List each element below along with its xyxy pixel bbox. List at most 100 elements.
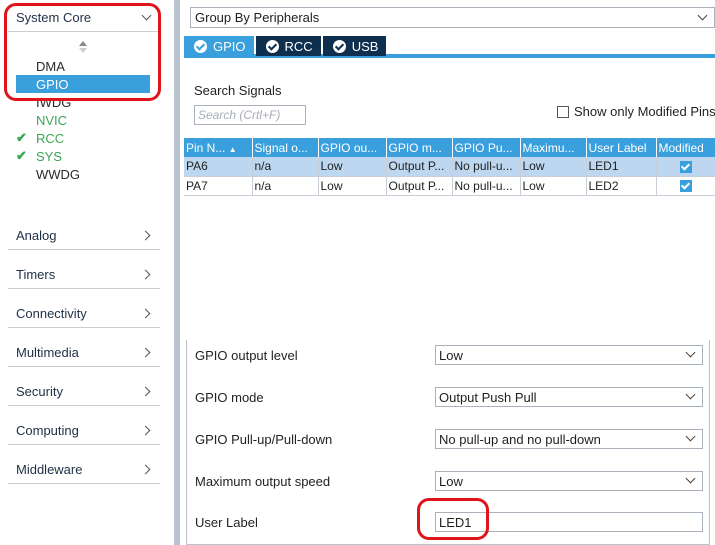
tab-label: RCC bbox=[284, 38, 313, 54]
search-signals-label: Search Signals bbox=[194, 83, 282, 98]
column-header-pull[interactable]: GPIO Pu... bbox=[452, 138, 521, 157]
check-circle-icon bbox=[332, 39, 346, 53]
peripheral-label: SYS bbox=[36, 148, 63, 164]
chevron-right-icon bbox=[140, 230, 152, 242]
check-circle-icon bbox=[194, 39, 207, 53]
peripheral-item-sys[interactable]: ✔ SYS bbox=[16, 147, 150, 165]
max-speed-select[interactable]: Low bbox=[435, 471, 703, 491]
gpio-mode-select[interactable]: Output Push Pull bbox=[435, 387, 703, 407]
category-label: Timers bbox=[16, 267, 56, 282]
column-header-output-level[interactable]: GPIO ou... bbox=[318, 138, 387, 157]
chevron-down-icon bbox=[684, 433, 696, 445]
chevron-right-icon bbox=[140, 308, 152, 320]
group-by-dropdown[interactable]: Group By Peripherals bbox=[190, 7, 715, 28]
category-sidebar: System Core DMA GPIO IWDG NVIC ✔ RCC ✔ S… bbox=[0, 0, 170, 545]
checkmark-icon: ✔ bbox=[16, 148, 27, 163]
sort-up-icon: ▲ bbox=[228, 144, 237, 154]
modified-checkbox[interactable] bbox=[679, 180, 692, 193]
show-modified-toggle[interactable]: Show only Modified Pins bbox=[557, 104, 715, 119]
config-row-speed: Maximum output speed Low bbox=[195, 470, 705, 492]
tab-label: GPIO bbox=[213, 38, 246, 54]
category-multimedia[interactable]: Multimedia bbox=[8, 339, 160, 367]
peripheral-label: DMA bbox=[36, 58, 65, 74]
category-timers[interactable]: Timers bbox=[8, 261, 160, 289]
category-connectivity[interactable]: Connectivity bbox=[8, 300, 160, 328]
select-value: Output Push Pull bbox=[439, 389, 537, 405]
column-header-label: Pin N... bbox=[186, 140, 226, 155]
category-label: Multimedia bbox=[16, 345, 79, 360]
checkmark-icon: ✔ bbox=[16, 130, 27, 145]
cell-max-speed: Low bbox=[520, 157, 587, 177]
chevron-right-icon bbox=[140, 386, 152, 398]
cell-pin: PA6 bbox=[184, 157, 253, 177]
peripheral-item-rcc[interactable]: ✔ RCC bbox=[16, 129, 150, 147]
sort-icon[interactable] bbox=[78, 41, 88, 53]
check-circle-icon bbox=[265, 39, 279, 53]
max-speed-label: Maximum output speed bbox=[195, 473, 331, 489]
mode-tabs: GPIO RCC USB bbox=[184, 36, 715, 58]
category-middleware[interactable]: Middleware bbox=[8, 456, 160, 484]
tab-usb[interactable]: USB bbox=[322, 36, 387, 56]
chevron-down-icon bbox=[684, 349, 696, 361]
tab-gpio[interactable]: GPIO bbox=[184, 36, 254, 56]
column-header-modified[interactable]: Modified bbox=[656, 138, 715, 157]
output-level-select[interactable]: Low bbox=[435, 345, 703, 365]
cell-max-speed: Low bbox=[520, 176, 587, 196]
select-value: No pull-up and no pull-down bbox=[439, 431, 601, 447]
category-computing[interactable]: Computing bbox=[8, 417, 160, 445]
peripheral-label: IWDG bbox=[36, 94, 72, 110]
chevron-down-icon bbox=[684, 391, 696, 403]
category-label: Security bbox=[16, 384, 63, 399]
select-value: Low bbox=[439, 473, 463, 489]
peripheral-item-gpio[interactable]: GPIO bbox=[16, 75, 150, 93]
modified-checkbox[interactable] bbox=[679, 161, 692, 174]
chevron-right-icon bbox=[140, 425, 152, 437]
show-modified-checkbox[interactable] bbox=[557, 105, 569, 118]
table-header-row: Pin N... ▲ Signal o... GPIO ou... GPIO m… bbox=[184, 138, 715, 157]
column-header-mode[interactable]: GPIO m... bbox=[386, 138, 453, 157]
search-input[interactable] bbox=[194, 105, 306, 125]
peripheral-item-dma[interactable]: DMA bbox=[16, 57, 150, 75]
cell-modified bbox=[656, 157, 715, 177]
peripheral-item-iwdg[interactable]: IWDG bbox=[16, 93, 150, 111]
cell-mode: Output P... bbox=[386, 157, 453, 177]
category-security[interactable]: Security bbox=[8, 378, 160, 406]
chevron-right-icon bbox=[140, 464, 152, 476]
tab-rcc[interactable]: RCC bbox=[255, 36, 321, 56]
cell-signal: n/a bbox=[252, 157, 319, 177]
chevron-down-icon bbox=[140, 12, 152, 24]
chevron-right-icon bbox=[140, 347, 152, 359]
category-analog[interactable]: Analog bbox=[8, 222, 160, 250]
column-header-pin[interactable]: Pin N... ▲ bbox=[184, 138, 253, 157]
select-value: Low bbox=[439, 347, 463, 363]
category-system-core[interactable]: System Core bbox=[8, 4, 160, 32]
cell-modified bbox=[656, 176, 715, 196]
user-label-input[interactable] bbox=[435, 512, 703, 532]
category-label: Connectivity bbox=[16, 306, 87, 321]
panel-splitter[interactable] bbox=[170, 0, 184, 545]
table-row[interactable]: PA7 n/a Low Output P... No pull-u... Low… bbox=[184, 176, 715, 196]
gpio-mode-label: GPIO mode bbox=[195, 389, 264, 405]
column-header-signal[interactable]: Signal o... bbox=[252, 138, 319, 157]
tab-label: USB bbox=[351, 38, 379, 54]
splitter-bar[interactable] bbox=[174, 0, 180, 545]
column-header-user-label[interactable]: User Label bbox=[586, 138, 657, 157]
peripheral-label: GPIO bbox=[36, 76, 69, 92]
pull-select[interactable]: No pull-up and no pull-down bbox=[435, 429, 703, 449]
column-header-max-speed[interactable]: Maximu... bbox=[520, 138, 587, 157]
config-row-mode: GPIO mode Output Push Pull bbox=[195, 386, 705, 408]
chevron-down-icon bbox=[684, 475, 696, 487]
category-label: Computing bbox=[16, 423, 79, 438]
cell-user-label: LED1 bbox=[586, 157, 657, 177]
peripheral-label: NVIC bbox=[36, 112, 68, 128]
category-label: Middleware bbox=[16, 462, 83, 477]
cell-pin: PA7 bbox=[184, 176, 253, 196]
output-level-label: GPIO output level bbox=[195, 347, 298, 363]
category-label: Analog bbox=[16, 228, 57, 243]
group-by-value: Group By Peripherals bbox=[195, 10, 320, 25]
pin-configuration-panel: GPIO output level Low GPIO mode Output P… bbox=[186, 340, 710, 545]
cell-output-level: Low bbox=[318, 157, 387, 177]
peripheral-item-wwdg[interactable]: WWDG bbox=[16, 165, 150, 183]
table-row[interactable]: PA6 n/a Low Output P... No pull-u... Low… bbox=[184, 157, 715, 177]
peripheral-item-nvic[interactable]: NVIC bbox=[16, 111, 150, 129]
